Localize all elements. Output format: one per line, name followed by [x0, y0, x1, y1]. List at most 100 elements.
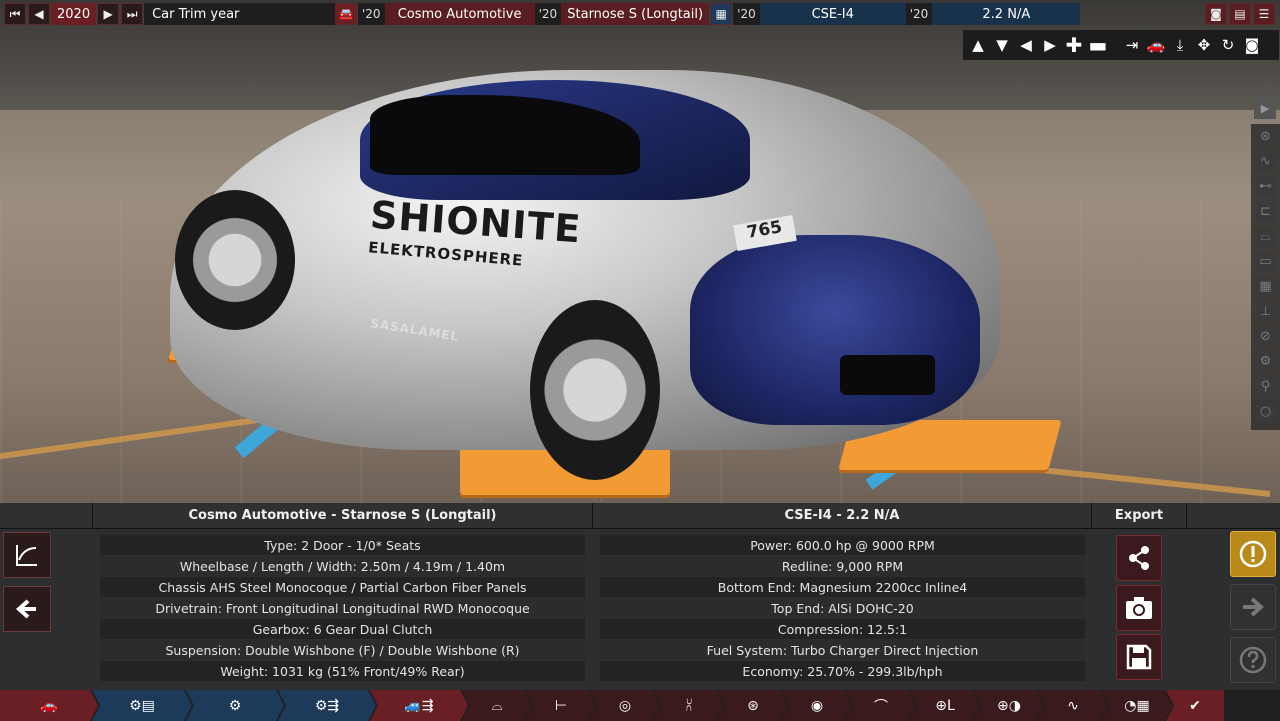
align-icon[interactable]: ⇥: [1121, 34, 1143, 56]
save-button[interactable]: [1116, 634, 1162, 680]
steering-icon: ⊕◑: [997, 697, 1021, 714]
trim-slot[interactable]: Starnose S (Longtail): [561, 3, 710, 25]
nav-testing[interactable]: ◔▦: [1102, 690, 1172, 721]
camera-icon[interactable]: ◙: [1241, 34, 1263, 56]
engine-block-icon[interactable]: ▦: [1255, 276, 1276, 297]
camera-toolbar: ▲ ▼ ◀ ▶ ✚ ▬ ⇥ 🚗 ⤓ ✥ ↻ ◙: [963, 30, 1279, 60]
zoom-out-icon[interactable]: ▬: [1087, 33, 1109, 57]
list-item: Drivetrain: Front Longitudinal Longitudi…: [100, 598, 585, 618]
arrow-left-icon[interactable]: ◀: [1015, 34, 1037, 56]
axle-icon[interactable]: ⊷: [1255, 176, 1276, 197]
back-button[interactable]: [3, 586, 51, 632]
nav-finish[interactable]: ✔: [1166, 690, 1224, 721]
rear-wheel: [175, 190, 295, 330]
play-icon[interactable]: ▶: [1254, 97, 1276, 119]
car-view-icon[interactable]: 🚗: [1145, 34, 1167, 56]
nav-wheels[interactable]: ⩆: [654, 690, 724, 721]
car-side-icon[interactable]: ▭: [1255, 251, 1276, 272]
chassis-icon[interactable]: ⊏: [1255, 201, 1276, 222]
circle-icon[interactable]: ○: [1255, 401, 1276, 422]
engine-family-icon: ⚙: [228, 697, 242, 714]
rotate-icon[interactable]: ↻: [1217, 34, 1239, 56]
nav-engine-variant[interactable]: ⚙⇶: [278, 690, 376, 721]
nav-chassis[interactable]: ⌓: [462, 690, 532, 721]
company-slot[interactable]: Cosmo Automotive: [384, 3, 535, 25]
list-item: Suspension: Double Wishbone (F) / Double…: [100, 640, 585, 660]
share-button[interactable]: [1116, 535, 1162, 581]
calculator-icon[interactable]: ▤: [1229, 3, 1251, 25]
nav-safety[interactable]: ⊕◑: [974, 690, 1044, 721]
no-entry-icon[interactable]: ⊘: [1255, 326, 1276, 347]
list-item: Wheelbase / Length / Width: 2.50m / 4.19…: [100, 556, 585, 576]
spring-icon[interactable]: ∿: [1255, 151, 1276, 172]
car-specs-list: Type: 2 Door - 1/0* Seats Wheelbase / Le…: [100, 535, 585, 682]
top-bar: ⏮ ◀ 2020 ▶ ⏭ Car Trim year: [0, 0, 341, 28]
nav-tuning[interactable]: ∿: [1038, 690, 1108, 721]
lift-icon[interactable]: ⊥: [1255, 301, 1276, 322]
engine-icon[interactable]: ▦: [710, 3, 733, 25]
nav-body[interactable]: ◎: [590, 690, 660, 721]
car-hood: [690, 235, 980, 425]
next-button[interactable]: [1230, 584, 1276, 630]
nav-model-files[interactable]: ⚙▤: [92, 690, 192, 721]
nav-suspension[interactable]: ⊢: [526, 690, 596, 721]
share-icon: [1129, 546, 1149, 570]
brake-icon: ◉: [810, 697, 824, 714]
car-model-icon[interactable]: 🚘: [335, 3, 357, 25]
list-item: Redline: 9,000 RPM: [600, 556, 1085, 576]
prev-year-button[interactable]: ◀: [28, 3, 50, 25]
nav-rims[interactable]: ⊛: [718, 690, 788, 721]
nav-car-home[interactable]: 🚗: [0, 690, 98, 721]
body-icon[interactable]: ⌓: [1255, 226, 1276, 247]
help-icon: [1239, 646, 1267, 674]
arrow-down-icon[interactable]: ▼: [991, 34, 1013, 56]
curve-graph-button[interactable]: [3, 532, 51, 578]
fast-forward-icon[interactable]: ⏭: [121, 3, 144, 25]
nav-aero[interactable]: ⌒: [846, 690, 916, 721]
next-year-button[interactable]: ▶: [97, 3, 120, 25]
info-panel: Cosmo Automotive - Starnose S (Longtail)…: [0, 503, 1280, 690]
zoom-in-icon[interactable]: ✚: [1063, 33, 1085, 57]
3d-viewport[interactable]: SHIONITE ELEKTROSPHERE SASALAMEL 765: [0, 0, 1280, 503]
graph-icon: [16, 545, 37, 566]
list-item: Top End: AlSi DOHC-20: [600, 598, 1085, 618]
save-icon: [1126, 644, 1152, 670]
engine-panel-title: CSE-I4 - 2.2 N/A: [593, 503, 1092, 529]
engine-variant-icon: ⚙⇶: [314, 697, 340, 714]
nav-trim-overview[interactable]: 🚙⇶: [370, 690, 468, 721]
move-icon[interactable]: ✥: [1193, 34, 1215, 56]
nav-brakes[interactable]: ◉: [782, 690, 852, 721]
arrow-right-icon[interactable]: ▶: [1039, 34, 1061, 56]
help-button[interactable]: [1230, 637, 1276, 683]
trim-selector-bar: 🚘 '20 Cosmo Automotive '20 Starnose S (L…: [334, 0, 1081, 28]
wheel-icon[interactable]: ⊛: [1255, 126, 1276, 147]
exclamation-icon: [1239, 540, 1267, 568]
car-icon: 🚗: [40, 697, 58, 714]
warning-button[interactable]: [1230, 531, 1276, 577]
checkmark-icon: ✔: [1189, 697, 1201, 714]
files-icon: ⚙▤: [129, 697, 155, 714]
screenshot-icon[interactable]: ◙: [1205, 3, 1227, 25]
variant-year-short: '20: [905, 3, 933, 25]
suspension-icon: ⊢: [554, 697, 568, 714]
seat-icon: ⊕L: [935, 697, 955, 714]
list-item: Type: 2 Door - 1/0* Seats: [100, 535, 585, 555]
engine-variant-slot[interactable]: 2.2 N/A: [932, 3, 1081, 25]
engine-family-slot[interactable]: CSE-I4: [759, 3, 906, 25]
designer-nav: 🚗 ⚙▤ ⚙ ⚙⇶ 🚙⇶ ⌓ ⊢ ◎ ⩆ ⊛ ◉ ⌒ ⊕L ⊕◑ ∿ ◔▦ ✔: [0, 690, 1280, 721]
car-panel-title: Cosmo Automotive - Starnose S (Longtail): [93, 503, 593, 529]
top-right-tools: ◙ ▤ ☰: [1204, 0, 1276, 28]
mode-label: Car Trim year: [144, 3, 341, 25]
camera-icon: [1126, 597, 1152, 619]
arrow-up-icon[interactable]: ▲: [967, 34, 989, 56]
nav-engine-family[interactable]: ⚙: [186, 690, 284, 721]
gear-icon[interactable]: ⚙: [1255, 351, 1276, 372]
photo-button[interactable]: [1116, 585, 1162, 631]
year-display: 2020: [51, 3, 97, 25]
nav-interior[interactable]: ⊕L: [910, 690, 980, 721]
drop-icon[interactable]: ⤓: [1169, 34, 1191, 56]
menu-icon[interactable]: ☰: [1253, 3, 1275, 25]
rewind-icon[interactable]: ⏮: [4, 3, 26, 25]
person-icon[interactable]: ⚲: [1255, 376, 1276, 397]
engine-year-short: '20: [733, 3, 760, 25]
